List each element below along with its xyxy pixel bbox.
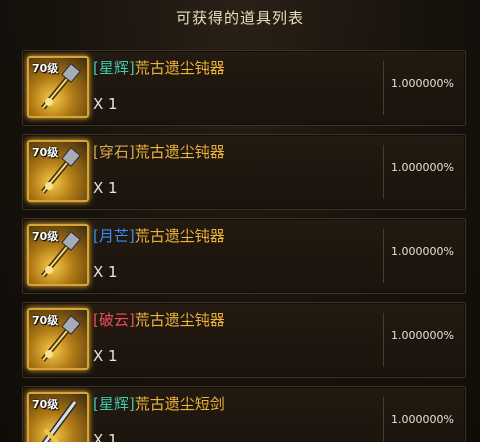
item-level: 70级 — [32, 314, 59, 327]
item-level: 70级 — [32, 398, 59, 411]
item-level: 70级 — [32, 230, 59, 243]
item-tag: [星辉] — [93, 395, 135, 413]
list-item[interactable]: 70级 [破云]荒古遗尘钝器 X 1 1.000000% — [22, 302, 466, 378]
list-item[interactable]: 70级 [穿石]荒古遗尘钝器 X 1 1.000000% — [22, 134, 466, 210]
item-tag: [穿石] — [93, 143, 135, 161]
panel-title: 可获得的道具列表 — [175, 9, 304, 27]
divider — [383, 145, 384, 199]
item-name: [月芒]荒古遗尘钝器 — [93, 225, 225, 246]
drop-rate: 1.000000% — [391, 329, 454, 342]
item-tag: [星辉] — [93, 59, 135, 77]
item-name-text: 荒古遗尘钝器 — [134, 311, 225, 329]
item-tag: [月芒] — [93, 227, 135, 245]
item-name-text: 荒古遗尘钝器 — [134, 143, 225, 161]
item-quantity: X 1 — [93, 347, 118, 365]
weapon-blunt-icon[interactable]: 70级 — [27, 224, 89, 286]
item-level: 70级 — [32, 62, 59, 75]
item-name: [星辉]荒古遗尘钝器 — [93, 57, 225, 78]
item-quantity: X 1 — [93, 179, 118, 197]
item-list-panel: 可获得的道具列表 70级 [星辉]荒古遗尘钝器 X 1 1.000000% 70… — [0, 0, 480, 442]
item-quantity: X 1 — [93, 263, 118, 281]
item-name-text: 荒古遗尘钝器 — [134, 227, 225, 245]
item-quantity: X 1 — [93, 431, 118, 442]
divider — [383, 61, 384, 115]
weapon-short-sword-icon[interactable]: 70级 — [27, 392, 89, 442]
drop-rate: 1.000000% — [391, 77, 454, 90]
drop-rate: 1.000000% — [391, 413, 454, 426]
item-name: [穿石]荒古遗尘钝器 — [93, 141, 225, 162]
item-level: 70级 — [32, 146, 59, 159]
divider — [383, 397, 384, 442]
item-name-text: 荒古遗尘钝器 — [134, 59, 225, 77]
weapon-blunt-icon[interactable]: 70级 — [27, 140, 89, 202]
divider — [383, 313, 384, 367]
item-tag: [破云] — [93, 311, 135, 329]
list-item[interactable]: 70级 [星辉]荒古遗尘短剑 X 1 1.000000% — [22, 386, 466, 442]
weapon-blunt-icon[interactable]: 70级 — [27, 56, 89, 118]
weapon-blunt-icon[interactable]: 70级 — [27, 308, 89, 370]
item-quantity: X 1 — [93, 95, 118, 113]
item-name: [星辉]荒古遗尘短剑 — [93, 393, 225, 414]
drop-rate: 1.000000% — [391, 161, 454, 174]
drop-rate: 1.000000% — [391, 245, 454, 258]
item-name-text: 荒古遗尘短剑 — [134, 395, 225, 413]
list-item[interactable]: 70级 [星辉]荒古遗尘钝器 X 1 1.000000% — [22, 50, 466, 126]
list-item[interactable]: 70级 [月芒]荒古遗尘钝器 X 1 1.000000% — [22, 218, 466, 294]
divider — [383, 229, 384, 283]
item-name: [破云]荒古遗尘钝器 — [93, 309, 225, 330]
